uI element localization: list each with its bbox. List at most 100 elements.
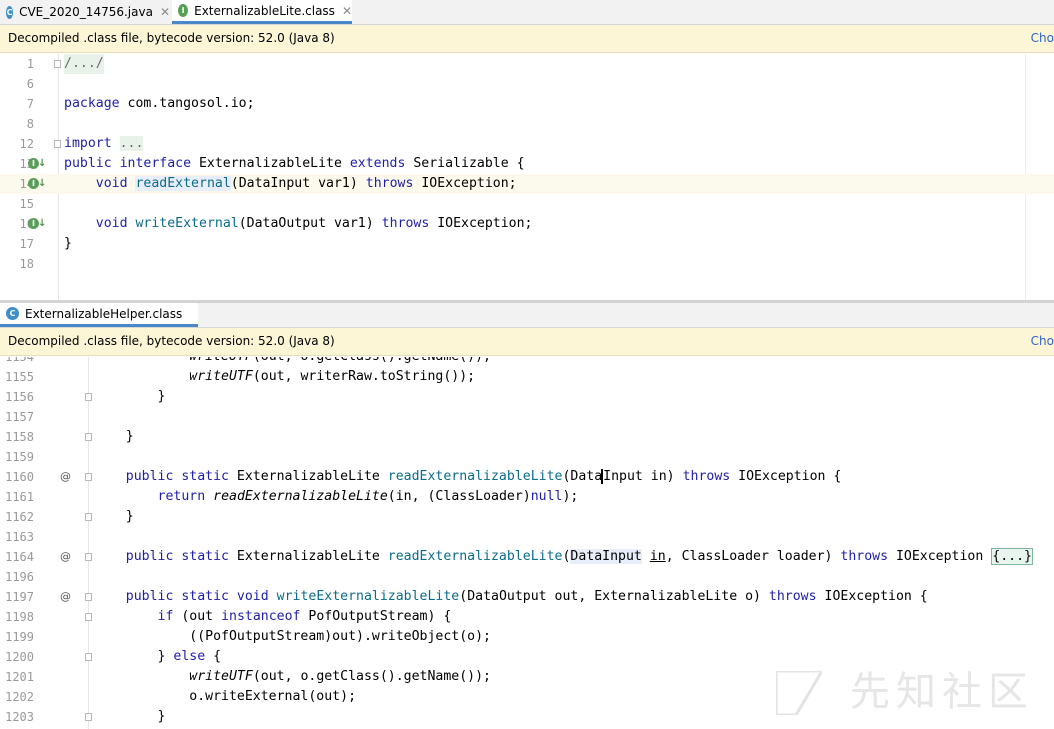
- code-line: 8: [0, 114, 1054, 134]
- code-text: package com.tangosol.io;: [64, 96, 255, 111]
- code-line: 7 package com.tangosol.io;: [0, 94, 1054, 114]
- code-text: }: [94, 389, 166, 404]
- fold-marker-icon[interactable]: [85, 593, 92, 601]
- code-text: import ...: [64, 136, 144, 151]
- down-arrow-icon: ↓: [38, 158, 47, 169]
- line-number: 1158: [5, 430, 34, 444]
- code-line: 1157: [0, 407, 1054, 427]
- close-icon[interactable]: ✕: [160, 5, 170, 19]
- watermark: 先知社区: [850, 669, 1034, 715]
- fold-marker-icon[interactable]: [85, 393, 92, 401]
- line-number: 1163: [5, 530, 34, 544]
- code-line: 1155 writeUTF(out, writerRaw.toString())…: [0, 367, 1054, 387]
- code-line: 1196: [0, 567, 1054, 587]
- line-number: 1: [26, 57, 34, 71]
- code-line: 1163: [0, 527, 1054, 547]
- tab-label: ExternalizableLite.class: [194, 3, 335, 18]
- fold-marker-icon[interactable]: [85, 473, 92, 481]
- fold-marker-icon[interactable]: [85, 433, 92, 441]
- tab-externalizablehelper-class[interactable]: C ExternalizableHelper.class: [0, 303, 198, 327]
- code-text: if (out instanceof PofOutputStream) {: [157, 609, 452, 624]
- banner-text: Decompiled .class file, bytecode version…: [8, 31, 335, 45]
- line-number: 1199: [5, 630, 34, 644]
- fold-marker-icon[interactable]: [85, 653, 92, 661]
- line-number: 1154: [5, 357, 34, 364]
- bottom-editor[interactable]: 1154 writeUTF(out, o.getClass().getName(…: [0, 357, 1054, 729]
- fold-marker-icon[interactable]: [85, 513, 92, 521]
- code-text: writeUTF(out, writerRaw.toString());: [189, 369, 476, 384]
- code-line: 15: [0, 194, 1054, 214]
- line-number: 1164: [5, 550, 34, 564]
- code-line: 12 import ...: [0, 134, 1054, 154]
- code-line: 18: [0, 254, 1054, 274]
- choose-sources-link[interactable]: Cho: [1031, 25, 1054, 52]
- line-number: 1200: [5, 650, 34, 664]
- down-arrow-icon: ↓: [38, 218, 47, 229]
- code-text: } else {: [94, 649, 222, 664]
- line-number: 1203: [5, 710, 34, 724]
- line-number: 1201: [5, 670, 34, 684]
- top-editor[interactable]: 1 /.../ 6 7 package com.tangosol.io; 8 1…: [0, 54, 1054, 300]
- interface-i-icon: I: [178, 4, 189, 17]
- fold-marker-icon[interactable]: [85, 553, 92, 561]
- line-number: 1156: [5, 390, 34, 404]
- line-number: 1197: [5, 590, 34, 604]
- code-text: public static ExternalizableLite readExt…: [125, 548, 1033, 565]
- code-line: 16 I ↓ void writeExternal(DataOutput var…: [0, 214, 1054, 234]
- line-number: 15: [19, 197, 34, 211]
- code-text: ((PofOutputStream)out).writeObject(o);: [94, 629, 491, 644]
- code-line: 1 /.../: [0, 54, 1054, 74]
- line-number: 1196: [5, 570, 34, 584]
- code-line: 1199 ((PofOutputStream)out).writeObject(…: [0, 627, 1054, 647]
- code-text: }: [94, 429, 134, 444]
- class-c-icon: C: [6, 5, 14, 19]
- fold-marker-icon[interactable]: [54, 60, 61, 68]
- line-number: 8: [26, 117, 34, 131]
- class-c-icon: C: [6, 307, 19, 320]
- code-line: 1159: [0, 447, 1054, 467]
- code-line: 17 }: [0, 234, 1054, 254]
- code-line: 1156 }: [0, 387, 1054, 407]
- code-text: o.writeExternal(out);: [94, 689, 357, 704]
- close-icon[interactable]: ✕: [342, 4, 352, 18]
- line-number: 12: [19, 137, 34, 151]
- watermark-logo-icon: [776, 671, 822, 715]
- fold-marker-icon[interactable]: [54, 140, 61, 148]
- banner-text: Decompiled .class file, bytecode version…: [8, 334, 335, 348]
- code-text: }: [94, 709, 166, 724]
- code-text: public static void writeExternalizableLi…: [125, 589, 928, 604]
- line-number: 17: [19, 237, 34, 251]
- fold-marker-icon[interactable]: [85, 713, 92, 721]
- code-line: 13 I ↓ public interface ExternalizableLi…: [0, 154, 1054, 174]
- annotation-at-icon[interactable]: @: [60, 547, 71, 567]
- tab-externalizablelite-class[interactable]: I ExternalizableLite.class ✕: [172, 0, 352, 24]
- code-text: /.../: [64, 54, 104, 74]
- code-text: writeUTF(out, o.getClass().getName());: [189, 669, 491, 684]
- code-line-caret: 14 I ↓ void readExternal(DataInput var1)…: [0, 174, 1054, 194]
- code-line: 1162 }: [0, 507, 1054, 527]
- choose-sources-link[interactable]: Cho: [1031, 328, 1054, 355]
- line-number: 1159: [5, 450, 34, 464]
- code-line: 1197 @ public static void writeExternali…: [0, 587, 1054, 607]
- line-number: 1202: [5, 690, 34, 704]
- line-number: 1161: [5, 490, 34, 504]
- tab-cve-java[interactable]: C CVE_2020_14756.java ✕: [0, 0, 170, 24]
- code-line: 6: [0, 74, 1054, 94]
- line-number: 6: [26, 77, 34, 91]
- annotation-at-icon[interactable]: @: [60, 587, 71, 607]
- code-text: writeUTF(out, o.getClass().getName());: [94, 357, 491, 367]
- annotation-at-icon[interactable]: @: [60, 467, 71, 487]
- code-text: }: [94, 509, 134, 524]
- line-number: 1198: [5, 610, 34, 624]
- bottom-tab-bar: C ExternalizableHelper.class: [0, 303, 1054, 328]
- decompiled-banner: Decompiled .class file, bytecode version…: [0, 328, 1054, 356]
- code-text: public interface ExternalizableLite exte…: [64, 156, 525, 171]
- code-text: void readExternal(DataInput var1) throws…: [95, 176, 517, 191]
- line-number: 1157: [5, 410, 34, 424]
- line-number: 1162: [5, 510, 34, 524]
- code-text: public static ExternalizableLite readExt…: [125, 469, 842, 484]
- down-arrow-icon: ↓: [38, 178, 47, 189]
- fold-marker-icon[interactable]: [85, 613, 92, 621]
- line-number: 1155: [5, 370, 34, 384]
- line-number: 1160: [5, 470, 34, 484]
